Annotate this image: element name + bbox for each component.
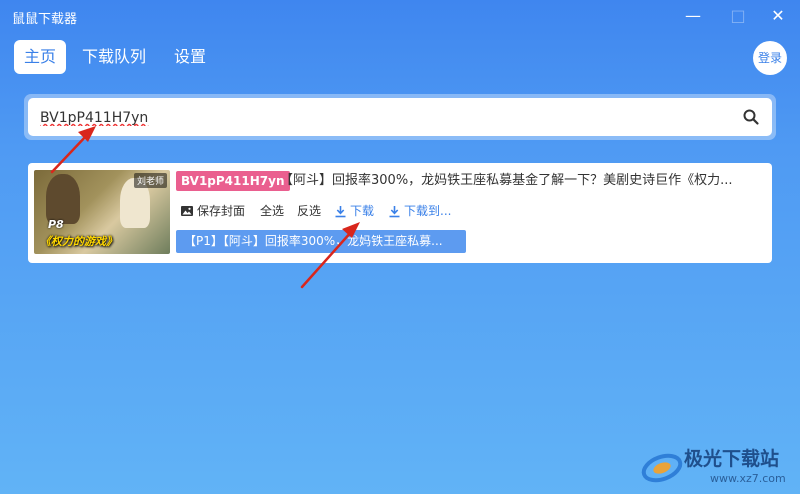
bv-id-badge: BV1pP411H7yn	[176, 171, 290, 191]
close-icon[interactable]: ✕	[767, 5, 789, 27]
part-p1-button[interactable]: 【P1】【阿斗】回报率300%，龙妈铁王座私募...	[176, 230, 466, 253]
search-icon[interactable]	[742, 108, 760, 126]
tab-settings[interactable]: 设置	[164, 40, 216, 74]
download-icon	[335, 206, 346, 218]
save-cover-label: 保存封面	[197, 204, 246, 218]
thumbnail-badge: 刘老师	[133, 173, 167, 188]
thumbnail-episode: P8	[48, 218, 64, 231]
maximize-icon[interactable]: □	[727, 5, 749, 27]
tab-home[interactable]: 主页	[14, 40, 67, 74]
watermark-name: 极光下载站	[684, 448, 780, 470]
search-box	[28, 98, 772, 136]
title-bar: 鼠鼠下载器 — □ ✕	[0, 0, 800, 32]
search-input[interactable]	[38, 104, 732, 132]
download-button[interactable]: 下载	[334, 201, 374, 221]
minimize-icon[interactable]: —	[682, 5, 704, 27]
login-button[interactable]: 登录	[753, 41, 787, 75]
video-result-card: 刘老师 P8 《权力的游戏》 BV1pP411H7yn 【阿斗】回报率300%，…	[28, 163, 772, 263]
tab-download-queue[interactable]: 下载队列	[72, 40, 156, 74]
video-title: 【阿斗】回报率300%，龙妈铁王座私募基金了解一下？美剧史诗巨作《权力...	[280, 173, 733, 188]
save-cover-button[interactable]: 保存封面	[180, 201, 245, 221]
watermark-url: www.xz7.com	[710, 472, 786, 485]
invert-selection-button[interactable]: 反选	[297, 201, 321, 221]
download-to-icon	[389, 206, 400, 218]
download-to-button[interactable]: 下载到...	[388, 201, 451, 221]
download-to-label: 下载到...	[404, 204, 452, 218]
search-container	[24, 94, 776, 140]
select-all-button[interactable]: 全选	[260, 201, 284, 221]
thumbnail-figure-left	[46, 174, 80, 224]
window-title: 鼠鼠下载器	[12, 12, 78, 27]
image-icon	[181, 206, 193, 216]
thumbnail-subtitle: 《权力的游戏》	[40, 235, 117, 248]
video-thumbnail[interactable]: 刘老师 P8 《权力的游戏》	[34, 170, 170, 254]
download-label: 下载	[350, 204, 375, 218]
site-watermark: 极光下载站 www.xz7.com	[640, 440, 800, 494]
watermark-logo-icon	[641, 453, 683, 483]
